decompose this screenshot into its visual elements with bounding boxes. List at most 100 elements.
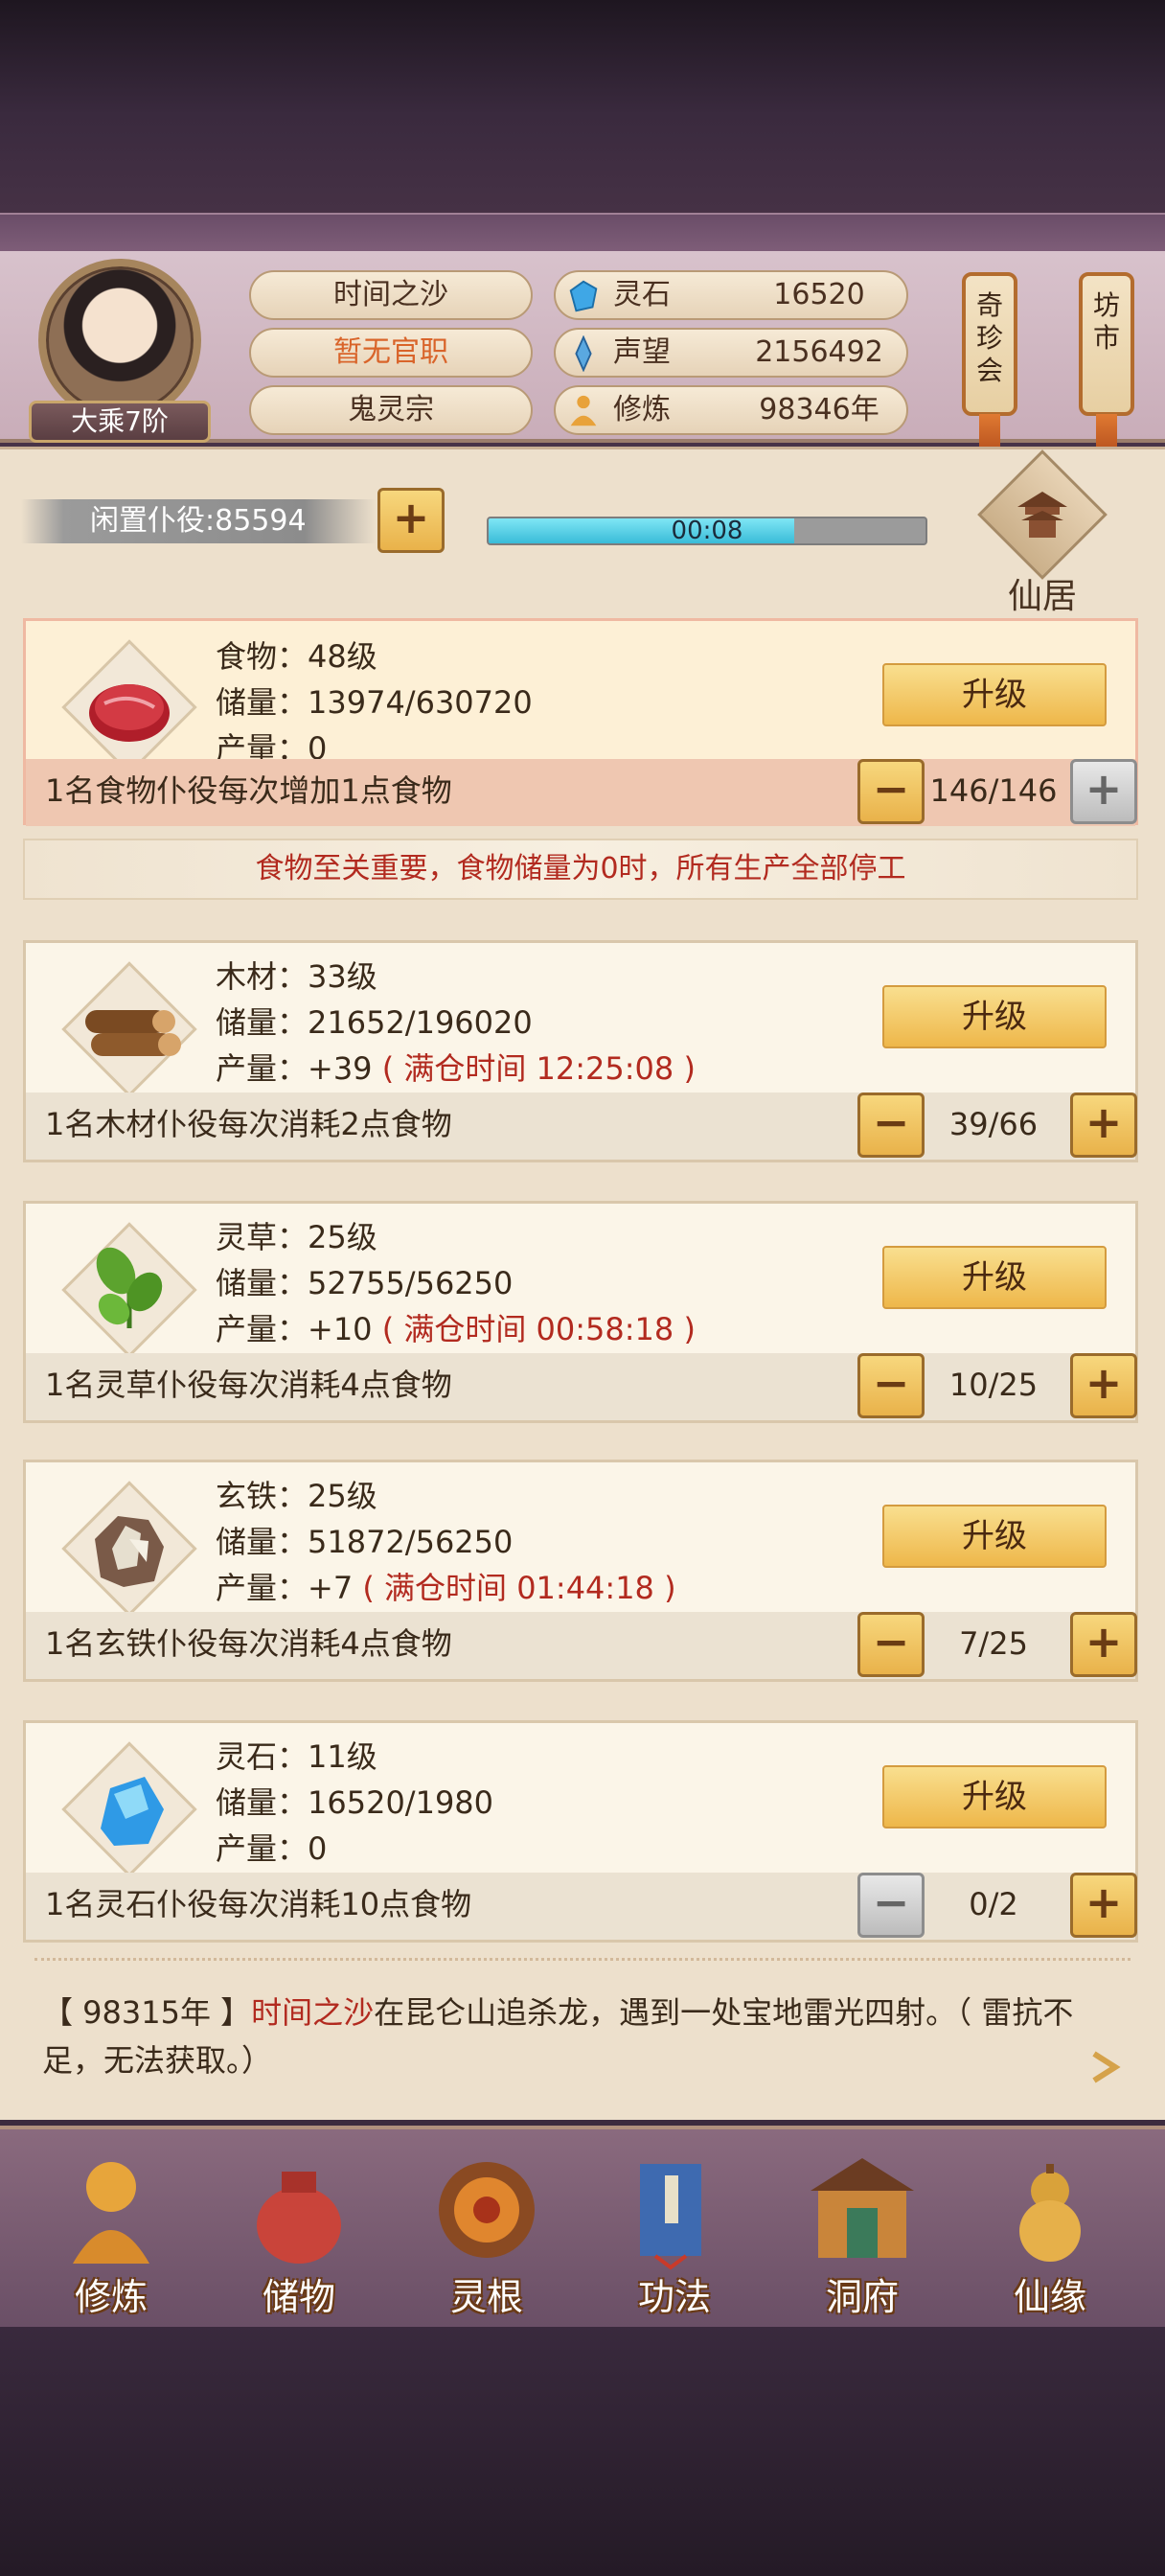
- expand-log-icon[interactable]: [1085, 2046, 1127, 2088]
- cultivation-monk-icon: [73, 2162, 149, 2264]
- building-card-iron: 玄铁：25级 储量：51872/56250 产量：+7 ( 满仓时间 01:44…: [23, 1460, 1138, 1682]
- player-header: 大乘7阶 时间之沙 暂无官职 鬼灵宗 灵石 16520 声望 2156492 修…: [0, 251, 1165, 460]
- progress-timer: 00:08: [671, 517, 743, 545]
- iron-ore-icon: [95, 1516, 164, 1587]
- resource-cultivation: 修炼 98346年: [554, 385, 908, 435]
- resource-value: 16520: [773, 278, 865, 311]
- nav-label: 功法: [637, 2276, 711, 2318]
- add-servants-button[interactable]: +: [377, 488, 445, 553]
- spirit-root-icon: [439, 2162, 535, 2258]
- output-value: 产量：+10: [216, 1311, 373, 1347]
- add-servant-button[interactable]: +: [1070, 1612, 1137, 1677]
- pavilion-icon: [1017, 492, 1067, 538]
- output-value: 产量：+39: [216, 1050, 373, 1087]
- nav-label: 灵根: [449, 2276, 523, 2318]
- building-level: 灵石：11级: [216, 1738, 377, 1775]
- servant-count: 10/25: [948, 1367, 1039, 1403]
- wood-logs-icon: [85, 1010, 181, 1056]
- resource-label: 修炼: [613, 393, 671, 426]
- servant-note-text: 1名木材仆役每次消耗2点食物: [45, 1106, 452, 1142]
- servant-count: 39/66: [948, 1106, 1039, 1142]
- servant-count: 146/146: [929, 772, 1058, 809]
- log-player-name: 时间之沙: [251, 1994, 375, 2031]
- event-log: 【 98315年 】时间之沙在昆仑山追杀龙，遇到一处宝地雷光四射。（ 雷抗不足，…: [42, 1989, 1115, 2084]
- building-output: 产量：0: [216, 1825, 327, 1869]
- full-time: ( 满仓时间 00:58:18 ): [381, 1311, 696, 1347]
- top-decoration-strip: [0, 213, 1165, 251]
- add-servant-button[interactable]: +: [1070, 1353, 1137, 1418]
- add-servant-button[interactable]: +: [1070, 1092, 1137, 1158]
- nav-label: 洞府: [825, 2276, 899, 2318]
- qizhenhui-label: 奇珍会: [975, 289, 1003, 386]
- prestige-icon: [575, 335, 592, 372]
- upgrade-button[interactable]: 升级: [882, 1765, 1107, 1828]
- production-progress: 00:08: [487, 517, 927, 545]
- building-level: 玄铁：25级: [216, 1478, 377, 1514]
- servant-note-text: 1名灵石仆役每次消耗10点食物: [45, 1886, 472, 1922]
- nav-spirit-root[interactable]: 灵根: [400, 2139, 573, 2327]
- realm-rank-badge: 大乘7阶: [29, 401, 211, 443]
- servant-count: 0/2: [969, 1886, 1018, 1922]
- log-year: 【 98315年 】: [42, 1994, 252, 2031]
- remove-servant-button[interactable]: −: [857, 1092, 925, 1158]
- upgrade-button[interactable]: 升级: [882, 663, 1107, 726]
- building-icon-box: [61, 639, 197, 775]
- building-card-spirit-stone: 灵石：11级 储量：16520/1980 产量：0 升级 1名灵石仆役每次消耗1…: [23, 1720, 1138, 1943]
- servant-count: 7/25: [959, 1625, 1028, 1662]
- remove-servant-button[interactable]: −: [857, 1612, 925, 1677]
- technique-book-icon: [640, 2164, 701, 2270]
- building-card-wood: 木材：33级 储量：21652/196020 产量：+39 ( 满仓时间 12:…: [23, 940, 1138, 1162]
- xianju-button[interactable]: 仙居: [975, 449, 1109, 616]
- idle-servants-label: 闲置仆役:85594: [21, 499, 376, 543]
- management-panel: 闲置仆役:85594 + 00:08 仙居 食物：48级 储量：13974/63…: [0, 447, 1165, 2120]
- player-office: 暂无官职: [249, 328, 533, 378]
- building-card-herb: 灵草：25级 储量：52755/56250 产量：+10 ( 满仓时间 00:5…: [23, 1201, 1138, 1423]
- building-level: 灵草：25级: [216, 1219, 377, 1255]
- output-value: 产量：+7: [216, 1570, 354, 1606]
- spirit-stone-icon: [569, 280, 598, 312]
- fangshi-button[interactable]: 坊市: [1079, 272, 1134, 460]
- servant-note-text: 1名灵草仆役每次消耗4点食物: [45, 1367, 452, 1403]
- remove-servant-button[interactable]: −: [857, 1353, 925, 1418]
- nav-storage[interactable]: 储物: [213, 2139, 385, 2327]
- qizhenhui-button[interactable]: 奇珍会: [962, 272, 1017, 460]
- gourd-icon: [1019, 2164, 1081, 2262]
- full-time: ( 满仓时间 01:44:18 ): [362, 1570, 676, 1606]
- building-storage: 储量：51872/56250: [216, 1524, 514, 1560]
- building-storage: 储量：13974/630720: [216, 684, 533, 721]
- building-level: 食物：48级: [216, 638, 377, 675]
- meat-icon: [89, 684, 170, 742]
- nav-label: 仙缘: [1013, 2276, 1086, 2318]
- player-name: 时间之沙: [249, 270, 533, 320]
- building-output: 产量：+10 ( 满仓时间 00:58:18 ): [216, 1305, 696, 1349]
- resource-label: 灵石: [613, 278, 671, 311]
- add-servant-button[interactable]: +: [1070, 1873, 1137, 1938]
- building-icon-box: [61, 1222, 197, 1358]
- food-warning: 食物至关重要，食物储量为0时，所有生产全部停工: [23, 839, 1138, 900]
- storage-bag-icon: [257, 2172, 341, 2264]
- log-divider: [34, 1958, 1131, 1971]
- upgrade-button[interactable]: 升级: [882, 1246, 1107, 1309]
- full-time: ( 满仓时间 12:25:08 ): [381, 1050, 696, 1087]
- nav-cave-dwelling[interactable]: 洞府: [776, 2139, 948, 2327]
- nav-label: 储物: [262, 2276, 335, 2318]
- building-icon-box: [61, 961, 197, 1097]
- resource-prestige: 声望 2156492: [554, 328, 908, 378]
- upgrade-button[interactable]: 升级: [882, 985, 1107, 1048]
- servant-note-text: 1名玄铁仆役每次消耗4点食物: [45, 1625, 452, 1662]
- building-output: 产量：+39 ( 满仓时间 12:25:08 ): [216, 1045, 696, 1089]
- player-avatar[interactable]: 大乘7阶: [29, 259, 211, 443]
- building-storage: 储量：21652/196020: [216, 1004, 533, 1041]
- herb-icon: [96, 1247, 163, 1328]
- upgrade-button[interactable]: 升级: [882, 1505, 1107, 1568]
- remove-servant-button[interactable]: −: [857, 1873, 925, 1938]
- crystal-icon: [101, 1777, 164, 1846]
- nav-techniques[interactable]: 功法: [588, 2139, 761, 2327]
- nav-fate[interactable]: 仙缘: [964, 2139, 1136, 2327]
- cave-dwelling-icon: [811, 2158, 914, 2258]
- add-servant-button[interactable]: +: [1070, 759, 1137, 824]
- resource-label: 声望: [613, 335, 671, 369]
- nav-cultivation[interactable]: 修炼: [25, 2139, 197, 2327]
- building-output: 产量：+7 ( 满仓时间 01:44:18 ): [216, 1564, 676, 1608]
- remove-servant-button[interactable]: −: [857, 759, 925, 824]
